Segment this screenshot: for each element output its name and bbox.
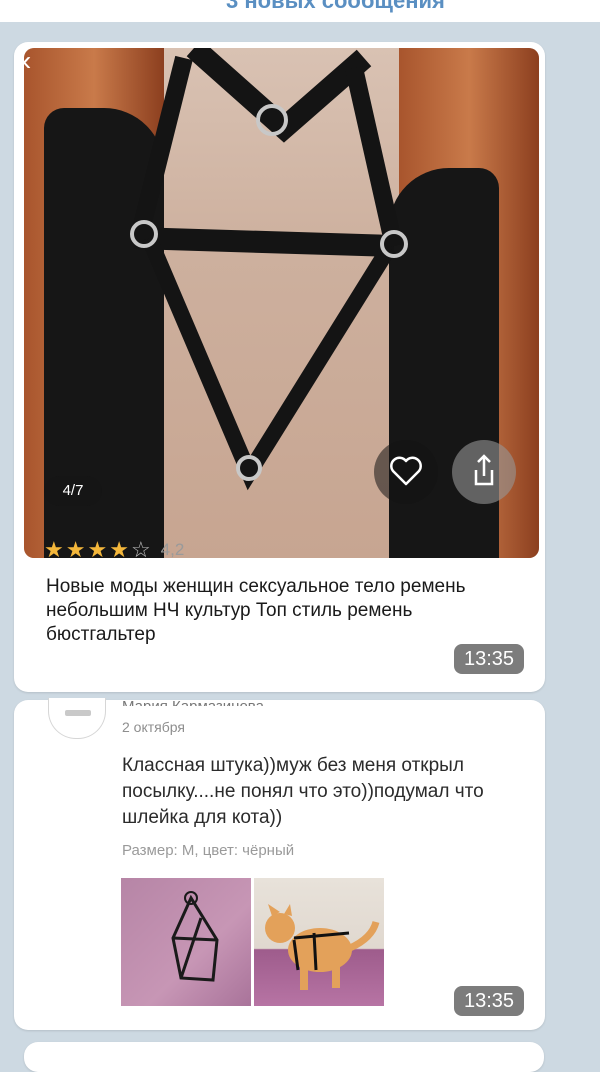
star-filled-icon: ★	[87, 537, 108, 562]
star-filled-icon: ★	[44, 537, 64, 562]
harness-on-bed-graphic	[171, 891, 219, 982]
star-filled-icon: ★	[65, 537, 86, 562]
review-variant: Размер: M, цвет: чёрный	[122, 842, 295, 859]
cat-in-harness-graphic	[265, 904, 380, 990]
review-photo[interactable]	[254, 878, 384, 1006]
message-time: 13:35	[454, 644, 525, 674]
reviewer-name: Мария Кармазинова	[122, 694, 264, 706]
product-rating: ★ ★ ★ ★ ☆ 4,2	[44, 538, 184, 562]
avatar-placeholder	[65, 710, 91, 716]
heart-icon	[390, 456, 422, 486]
new-messages-label[interactable]: 3 новых сообщения	[226, 0, 445, 14]
rating-value: 4,2	[160, 540, 185, 559]
next-message-card	[24, 1042, 544, 1072]
star-filled-icon: ★	[109, 537, 129, 562]
star-empty-icon: ☆	[130, 537, 151, 562]
photo-counter: 4/7	[44, 476, 102, 506]
review-date: 2 октября	[122, 719, 185, 735]
share-icon	[474, 454, 494, 486]
chevron-left-icon[interactable]: ‹	[22, 47, 48, 75]
message-time: 13:35	[454, 986, 525, 1016]
product-title[interactable]: Новые моды женщин сексуальное тело ремен…	[46, 575, 516, 647]
review-photo[interactable]	[121, 878, 251, 1006]
review-text: Классная штука))муж без меня открыл посы…	[122, 755, 484, 828]
top-bar[interactable]: 3 новых сообщения	[0, 0, 600, 22]
favorite-button[interactable]	[374, 440, 438, 504]
share-button[interactable]	[452, 440, 516, 504]
